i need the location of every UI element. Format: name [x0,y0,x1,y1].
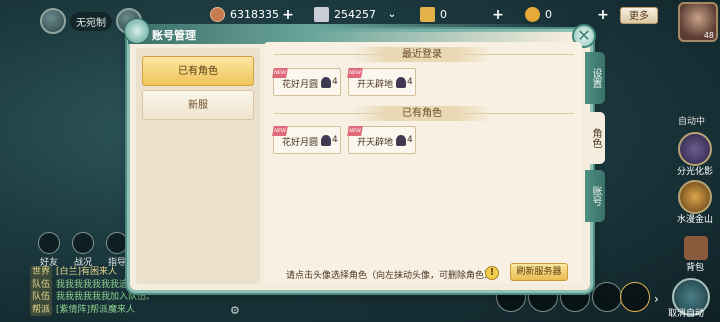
silver-note-icon [314,7,329,22]
guide-button[interactable]: 指导 [104,232,130,268]
bag-label: 背包 [686,263,705,273]
add-gold-button[interactable]: + [490,8,506,24]
title-ornament-icon [124,18,150,44]
chat-settings-icon[interactable]: ⚙ [230,304,240,317]
silver-value: 254257 [334,8,376,21]
bag-icon[interactable] [684,236,708,260]
skill-label: 水漫金山 [676,215,713,225]
silver-resource: 254257 [314,7,376,22]
player-level: 48 [703,31,714,40]
friends-icon [38,232,60,254]
refresh-server-button[interactable]: 刷新服务器 [510,263,568,281]
info-icon[interactable]: ! [485,266,499,280]
person-icon [321,135,331,146]
existing-roles-button[interactable]: 已有角色 [142,56,254,86]
skill-icon[interactable] [678,132,712,166]
bottom-menu-button[interactable] [592,282,622,312]
tab-settings[interactable]: 设置 [585,52,605,104]
character-count: 4 [332,77,338,87]
character-card[interactable]: NEW 开天辟地 4 [347,68,416,96]
server-label: 无宛制 [70,11,112,31]
silver-dropdown-button[interactable]: ⌄ [384,8,400,24]
player-avatar[interactable]: 48 [678,2,718,42]
section-title-recent: 最近登录 [352,47,492,62]
chat-line: 队伍 我我我我我我加入队伍。 [30,291,156,304]
dialog-title-bar [128,24,588,44]
section-title-existing: 已有角色 [352,106,492,121]
copper-value: 6318335 [230,8,279,21]
gold-scroll-icon [420,7,435,22]
cancel-auto-label: 取消自动 [668,309,705,319]
character-name: 开天辟地 [357,80,394,90]
more-button[interactable]: 更多 [620,7,658,24]
character-count: 4 [407,135,413,145]
person-icon [396,77,406,88]
tab-account[interactable]: 账号 [585,170,605,222]
gold-resource: 0 [420,7,447,22]
auto-status: 自动中 [678,117,706,127]
character-name: 开天辟地 [357,138,394,148]
chevron-right-icon[interactable]: › [654,292,659,306]
battle-status-button[interactable]: 战况 [70,232,96,268]
add-copper-button[interactable]: + [280,8,296,24]
battle-icon [72,232,94,254]
menu-icon[interactable] [40,8,66,34]
person-icon [396,135,406,146]
skill-label: 分光化影 [676,167,713,177]
ingot-value: 0 [545,8,552,21]
copper-coin-icon [210,7,225,22]
play-icon [106,232,128,254]
chat-line: 帮派 [紫情阵]帮派魔来人 [30,303,136,316]
gold-value: 0 [440,8,447,21]
new-server-button[interactable]: 新服 [142,90,254,120]
character-name: 花好月圆 [282,80,319,90]
character-name: 花好月圆 [282,138,319,148]
ingot-resource: 0 [525,7,552,22]
mountain-skill-icon[interactable] [678,180,712,214]
person-icon [321,77,331,88]
add-ingot-button[interactable]: + [595,8,611,24]
dialog-title: 账号管理 [152,29,196,42]
copper-resource: 6318335 [210,7,279,22]
ingot-icon [525,7,540,22]
character-card[interactable]: NEW 花好月圆 4 [272,126,341,154]
bottom-menu-button[interactable] [620,282,650,312]
hint-text: 请点击头像选择角色（向左抹动头像，可删除角色） [286,271,494,281]
character-count: 4 [332,135,338,145]
friends-button[interactable]: 好友 [36,232,62,268]
tab-roles[interactable]: 角色 [585,112,605,164]
character-card[interactable]: NEW 花好月圆 4 [272,68,341,96]
character-card[interactable]: NEW 开天辟地 4 [347,126,416,154]
character-count: 4 [407,77,413,87]
